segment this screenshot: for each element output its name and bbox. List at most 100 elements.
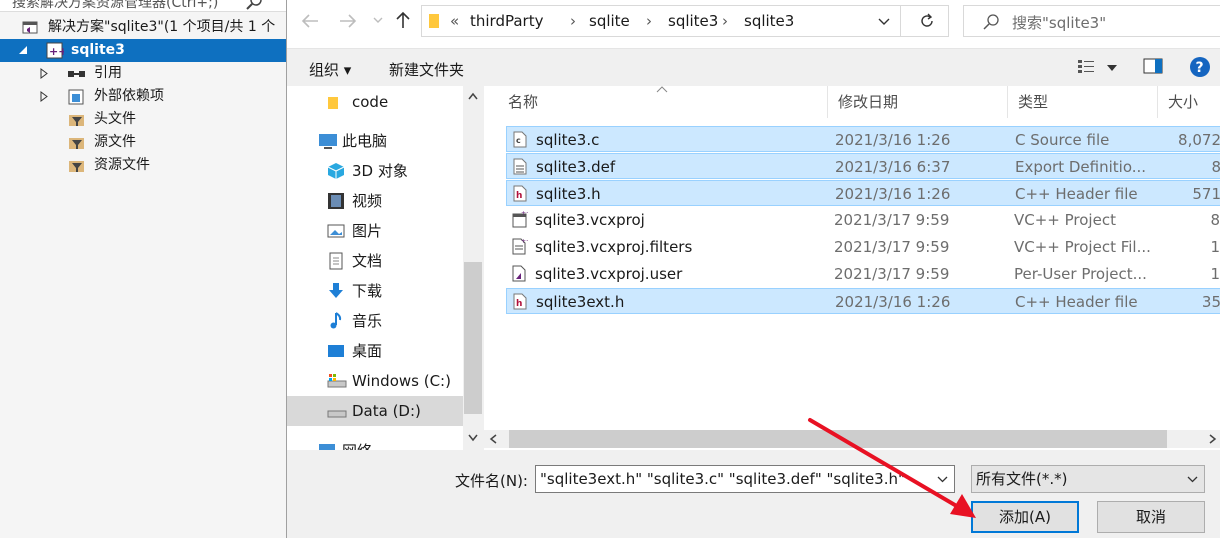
breadcrumb-thirdparty[interactable]: thirdParty <box>470 12 543 30</box>
nav-item-videos[interactable]: 视频 <box>287 186 463 216</box>
references-icon <box>68 71 85 77</box>
search-placeholder: 搜索解决方案资源管理器(Ctrl+;) <box>12 0 219 11</box>
collapsed-caret-icon[interactable] <box>40 91 48 102</box>
file-date: 2021/3/17 9:59 <box>834 265 950 283</box>
file-date: 2021/3/16 1:26 <box>835 131 951 149</box>
collapsed-caret-icon[interactable] <box>40 68 48 79</box>
scroll-up-icon[interactable] <box>468 92 478 100</box>
tree-item-source-files[interactable]: 源文件 <box>0 131 286 154</box>
nav-item-downloads[interactable]: 下载 <box>287 276 463 306</box>
nav-item-drive-d[interactable]: Data (D:) <box>287 396 463 426</box>
nav-item-network[interactable]: 网络 <box>287 436 463 450</box>
cancel-button-label: 取消 <box>1135 508 1166 526</box>
column-name[interactable]: 名称 <box>498 86 828 118</box>
file-row[interactable]: sqlite3.def 2021/3/16 6:37 Export Defini… <box>506 153 1220 179</box>
tree-item-label: 源文件 <box>94 134 136 150</box>
external-deps-icon <box>68 89 84 105</box>
file-type: Per-User Project... <box>1014 265 1147 283</box>
nav-item-drive-c[interactable]: Windows (C:) <box>287 366 463 396</box>
column-size[interactable]: 大小 <box>1158 86 1220 118</box>
drive-icon <box>327 374 347 388</box>
help-icon[interactable]: ? <box>1189 56 1211 78</box>
file-name: sqlite3.vcxproj <box>535 211 645 229</box>
scroll-down-icon[interactable] <box>468 434 478 442</box>
file-date: 2021/3/17 9:59 <box>834 211 950 229</box>
breadcrumb-overflow[interactable]: « <box>450 12 459 30</box>
nav-item-label: Windows (C:) <box>352 372 451 390</box>
file-date: 2021/3/16 6:37 <box>835 158 951 176</box>
svg-text:++: ++ <box>49 45 64 58</box>
filter-folder-icon <box>69 161 84 172</box>
scroll-right-icon[interactable] <box>1209 434 1217 444</box>
nav-item-3d-objects[interactable]: 3D 对象 <box>287 156 463 186</box>
file-size: 1 <box>1210 265 1220 283</box>
address-bar[interactable]: « thirdParty › sqlite › sqlite3 › sqlite… <box>421 5 949 37</box>
filters-icon: ++ <box>512 238 528 255</box>
view-dropdown-icon[interactable] <box>1107 65 1117 71</box>
tree-item-resource-files[interactable]: 资源文件 <box>0 154 286 177</box>
file-type: Export Definitio... <box>1015 158 1147 176</box>
solution-node[interactable]: 解决方案"sqlite3"(1 个项目/共 1 个 <box>0 16 286 39</box>
nav-item-desktop[interactable]: 桌面 <box>287 336 463 366</box>
view-options-icon[interactable] <box>1077 59 1095 75</box>
file-row[interactable]: h sqlite3.h 2021/3/16 1:26 C++ Header fi… <box>506 180 1220 206</box>
preview-pane-icon[interactable] <box>1143 58 1163 74</box>
tree-item-label: 外部依赖项 <box>94 88 164 104</box>
filetype-select[interactable]: 所有文件(*.*) <box>971 465 1205 493</box>
tree-item-header-files[interactable]: 头文件 <box>0 108 286 131</box>
navigation-scrollbar[interactable] <box>463 86 483 450</box>
scroll-left-icon[interactable] <box>489 434 497 444</box>
navigation-bar: « thirdParty › sqlite › sqlite3 › sqlite… <box>287 0 1220 48</box>
back-arrow-icon[interactable] <box>301 13 319 29</box>
cancel-button[interactable]: 取消 <box>1097 501 1205 533</box>
filetype-dropdown[interactable] <box>1180 466 1204 492</box>
svg-text:++: ++ <box>521 238 528 245</box>
expanded-caret-icon[interactable] <box>18 45 28 55</box>
file-name: sqlite3.vcxproj.filters <box>535 238 693 256</box>
music-icon <box>330 312 342 329</box>
refresh-icon[interactable] <box>919 13 935 29</box>
file-name: sqlite3.def <box>536 158 616 176</box>
file-date: 2021/3/16 1:26 <box>835 185 951 203</box>
file-row[interactable]: ++ sqlite3.vcxproj 2021/3/17 9:59 VC++ P… <box>506 207 1220 233</box>
search-placeholder: 搜索"sqlite3" <box>1012 14 1107 32</box>
nav-item-code[interactable]: code <box>287 87 463 117</box>
new-folder-button[interactable]: 新建文件夹 <box>389 59 464 80</box>
forward-arrow-icon[interactable] <box>339 13 357 29</box>
file-row[interactable]: ++ sqlite3.vcxproj.filters 2021/3/17 9:5… <box>506 234 1220 260</box>
file-row[interactable]: c sqlite3.c 2021/3/16 1:26 C Source file… <box>506 126 1220 152</box>
nav-item-label: Data (D:) <box>352 402 421 420</box>
search-icon <box>983 14 999 30</box>
file-size: 8 <box>1210 211 1220 229</box>
column-date[interactable]: 修改日期 <box>828 86 1008 118</box>
tree-item-external-deps[interactable]: 外部依赖项 <box>0 85 286 108</box>
search-icon[interactable] <box>246 0 262 10</box>
file-row[interactable]: sqlite3.vcxproj.user 2021/3/17 9:59 Per-… <box>506 261 1220 287</box>
nav-item-this-pc[interactable]: 此电脑 <box>287 126 463 156</box>
tree-item-references[interactable]: 引用 <box>0 62 286 85</box>
breadcrumb-sqlite[interactable]: sqlite <box>589 12 630 30</box>
nav-item-pictures[interactable]: 图片 <box>287 216 463 246</box>
file-size: 8 <box>1211 158 1220 176</box>
nav-item-music[interactable]: 音乐 <box>287 306 463 336</box>
recent-locations-chevron-icon[interactable] <box>373 17 383 24</box>
file-name: sqlite3ext.h <box>536 293 625 311</box>
chevron-down-icon <box>1187 476 1198 483</box>
breadcrumb-separator-icon: › <box>646 12 652 30</box>
breadcrumb-sqlite3[interactable]: sqlite3 <box>668 12 718 30</box>
download-icon <box>329 283 343 298</box>
file-row[interactable]: h sqlite3ext.h 2021/3/16 1:26 C++ Header… <box>506 288 1220 314</box>
scrollbar-thumb[interactable] <box>464 262 482 414</box>
organize-button[interactable]: 组织 ▾ <box>309 59 351 80</box>
breadcrumb-sqlite3-current[interactable]: sqlite3 <box>744 12 794 30</box>
nav-item-documents[interactable]: 文档 <box>287 246 463 276</box>
navigation-pane: code 此电脑 3D 对象 视频 图片 文档 下载 音乐 桌面 Windows… <box>287 86 483 450</box>
address-dropdown-chevron-icon[interactable] <box>878 18 890 26</box>
project-node-sqlite3[interactable]: ++ sqlite3 <box>0 39 286 62</box>
folder-search-input[interactable]: 搜索"sqlite3" <box>963 5 1220 37</box>
solution-search-input[interactable]: 搜索解决方案资源管理器(Ctrl+;) <box>0 0 286 12</box>
file-name: sqlite3.vcxproj.user <box>535 265 683 283</box>
up-arrow-icon[interactable] <box>395 11 411 29</box>
column-type[interactable]: 类型 <box>1008 86 1158 118</box>
solution-label: 解决方案"sqlite3"(1 个项目/共 1 个 <box>48 19 276 35</box>
